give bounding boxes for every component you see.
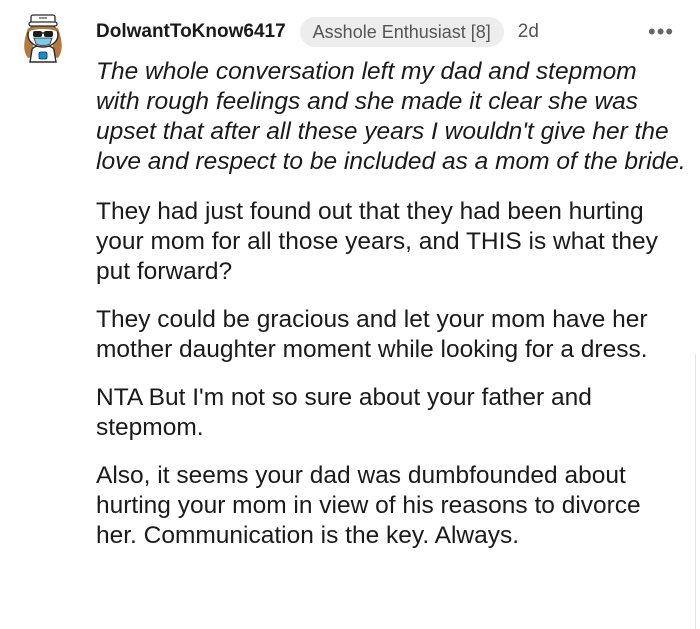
comment-body: The whole conversation left my dad and s…	[96, 57, 686, 569]
comment-age: 2d	[517, 21, 539, 42]
more-horizontal-icon[interactable]: •••	[648, 21, 674, 43]
user-flair-badge: Asshole Enthusiast [8]	[299, 17, 504, 47]
snoo-avatar-icon[interactable]	[14, 6, 72, 64]
comment-paragraph: They had just found out that they had be…	[96, 198, 658, 285]
comment-paragraph: They could be gracious and let your mom …	[96, 306, 648, 363]
comment-paragraph: Also, it seems your dad was dumbfounded …	[96, 462, 641, 549]
username-link[interactable]: DolwantToKnow6417	[96, 21, 286, 43]
comment: DolwantToKnow6417 Asshole Enthusiast [8]…	[0, 0, 700, 629]
scrollbar-edge	[695, 354, 700, 629]
comment-paragraph: NTA But I'm not so sure about your fathe…	[96, 384, 592, 441]
comment-header: DolwantToKnow6417 Asshole Enthusiast [8]…	[96, 16, 539, 48]
quoted-paragraph: The whole conversation left my dad and s…	[96, 58, 686, 175]
